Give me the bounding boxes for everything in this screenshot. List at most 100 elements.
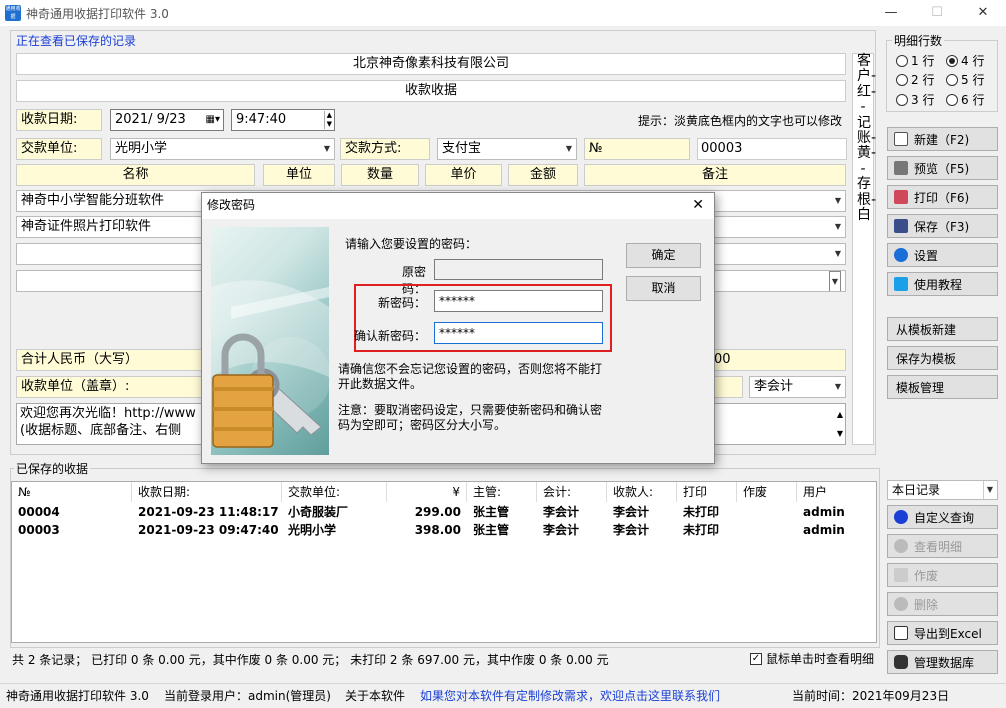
database-icon	[894, 655, 908, 669]
col-remark[interactable]: 备注	[584, 164, 846, 186]
column-header[interactable]: 用户	[797, 482, 876, 502]
column-header[interactable]: 交款单位:	[282, 482, 387, 502]
print-button[interactable]: 打印（F6)	[887, 185, 998, 209]
ok-button[interactable]: 确定	[626, 243, 701, 268]
new-button[interactable]: 新建（F2)	[887, 127, 998, 151]
col-name[interactable]: 名称	[16, 164, 255, 186]
gear-icon	[894, 248, 908, 262]
confirm-password-input[interactable]: ******	[434, 322, 603, 344]
cell-void	[737, 521, 743, 539]
custom-link[interactable]: 如果您对本软件有定制修改需求，欢迎点击这里联系我们	[420, 684, 720, 708]
chevron-down-icon[interactable]: ▼	[566, 139, 572, 159]
cell-payer: 小奇服装厂	[288, 505, 349, 519]
copy-side-label[interactable]: 客户-红--记账-黄--存根-白	[852, 53, 876, 445]
maximize-button[interactable]: ☐	[914, 0, 960, 26]
radio-rows-6[interactable]: 6 行	[946, 91, 984, 108]
new-password-input[interactable]: ******	[434, 290, 603, 312]
checkbox-label: 鼠标单击时查看明细	[766, 652, 875, 666]
chevron-down-icon[interactable]: ▼	[835, 217, 841, 237]
radio-rows-3[interactable]: 3 行	[896, 91, 934, 108]
chevron-down-icon[interactable]: ▼	[828, 271, 841, 291]
dialog-warning: 请确信您不会忘记您设置的密码，否则您将不能打开此数据文件。	[338, 362, 603, 391]
scroll-up-icon[interactable]: ▲	[837, 406, 843, 423]
new-doc-icon	[894, 132, 908, 146]
void-button[interactable]: 作废	[887, 563, 998, 587]
checkbox-icon[interactable]: ✓	[750, 652, 762, 665]
saved-title: 已保存的收据	[14, 460, 91, 477]
cell-manager: 张主管	[473, 523, 510, 537]
chevron-down-icon[interactable]: ▼	[835, 191, 841, 211]
chevron-down-icon[interactable]: ▼	[982, 481, 993, 499]
custom-query-button[interactable]: 自定义查询	[887, 505, 998, 529]
settings-button[interactable]: 设置	[887, 243, 998, 267]
column-header[interactable]: 收款日期:	[132, 482, 282, 502]
delete-button[interactable]: 删除	[887, 592, 998, 616]
save-template-button[interactable]: 保存为模板	[887, 346, 998, 370]
about-link[interactable]: 关于本软件	[345, 684, 405, 708]
filter-select[interactable]: 本日记录 ▼	[887, 480, 998, 500]
company-field[interactable]: 北京神奇像素科技有限公司	[16, 53, 846, 75]
close-button[interactable]: ✕	[960, 0, 1006, 26]
lock-illustration	[211, 227, 329, 455]
cell-payee: 李会计	[613, 505, 650, 519]
radio-rows-1[interactable]: 1 行	[896, 52, 934, 69]
dialog-titlebar: 修改密码 ✕	[202, 193, 714, 219]
radio-rows-2[interactable]: 2 行	[896, 71, 934, 88]
manage-template-button[interactable]: 模板管理	[887, 375, 998, 399]
radio-rows-4[interactable]: 4 行	[946, 52, 984, 69]
close-icon[interactable]: ✕	[692, 193, 704, 217]
column-header[interactable]: 会计:	[537, 482, 607, 502]
col-unit[interactable]: 单位	[263, 164, 335, 186]
status-time: 当前时间：2021年09月23日 17:02:50	[792, 689, 950, 703]
no-label[interactable]: №	[584, 138, 690, 160]
window-title: 神奇通用收据打印软件 3.0	[26, 7, 169, 21]
click-detail-checkbox[interactable]: ✓ 鼠标单击时查看明细	[750, 650, 874, 667]
search-icon	[894, 510, 908, 524]
minimize-button[interactable]: —	[868, 0, 914, 26]
col-qty[interactable]: 数量	[341, 164, 419, 186]
radio-icon	[946, 73, 958, 86]
manage-db-button[interactable]: 管理数据库	[887, 650, 998, 674]
cell-no: 00003	[18, 523, 60, 537]
cancel-button[interactable]: 取消	[626, 276, 701, 301]
method-combo[interactable]: 支付宝 ▼	[437, 138, 577, 160]
hint-text: 提示：淡黄底色框内的文字也可以修改	[638, 114, 843, 128]
time-picker[interactable]: 9:47:40 ▲ ▼	[231, 109, 335, 131]
cell-payee: 李会计	[613, 523, 650, 537]
column-header[interactable]: 打印	[677, 482, 737, 502]
view-detail-button[interactable]: 查看明细	[887, 534, 998, 558]
col-price[interactable]: 单价	[425, 164, 502, 186]
from-template-button[interactable]: 从模板新建	[887, 317, 998, 341]
save-button[interactable]: 保存（F3)	[887, 214, 998, 238]
scroll-down-icon[interactable]: ▼	[837, 425, 843, 442]
chevron-down-icon[interactable]: ▼	[324, 139, 330, 159]
payer-combo[interactable]: 光明小学 ▼	[110, 138, 335, 160]
table-row[interactable]: 00004 2021-09-23 11:48:17 小奇服装厂 299.00 张…	[12, 503, 876, 521]
tutorial-button[interactable]: 使用教程	[887, 272, 998, 296]
export-excel-button[interactable]: 导出到Excel	[887, 621, 998, 645]
radio-rows-5[interactable]: 5 行	[946, 71, 984, 88]
column-header[interactable]: №	[12, 482, 132, 502]
accountant-combo[interactable]: 李会计 ▼	[749, 376, 846, 398]
date-picker[interactable]: 2021/ 9/23 ▦▾	[110, 109, 224, 131]
radio-icon	[896, 73, 908, 86]
payer-label[interactable]: 交款单位:	[16, 138, 102, 160]
spin-icon[interactable]: ▲ ▼	[323, 111, 332, 129]
chevron-down-icon[interactable]: ▼	[835, 244, 841, 264]
calendar-icon[interactable]: ▦▾	[206, 110, 220, 130]
no-field[interactable]: 00003	[697, 138, 847, 160]
preview-button[interactable]: 预览（F5)	[887, 156, 998, 180]
old-password-input[interactable]	[434, 259, 603, 280]
cell-user: admin	[803, 505, 845, 519]
column-header[interactable]: 主管:	[467, 482, 537, 502]
chevron-down-icon[interactable]: ▼	[835, 377, 841, 397]
column-header[interactable]: 作废	[737, 482, 797, 502]
method-label[interactable]: 交款方式:	[340, 138, 430, 160]
saved-table[interactable]: № 收款日期: 交款单位: ¥ 主管: 会计: 收款人: 打印 作废 用户 00…	[11, 481, 877, 643]
column-header[interactable]: 收款人:	[607, 482, 677, 502]
column-header[interactable]: ¥	[387, 482, 467, 502]
date-label[interactable]: 收款日期:	[16, 109, 102, 131]
doc-title-field[interactable]: 收款收据	[16, 80, 846, 102]
table-row[interactable]: 00003 2021-09-23 09:47:40 光明小学 398.00 张主…	[12, 521, 876, 539]
col-amount[interactable]: 金额	[508, 164, 578, 186]
